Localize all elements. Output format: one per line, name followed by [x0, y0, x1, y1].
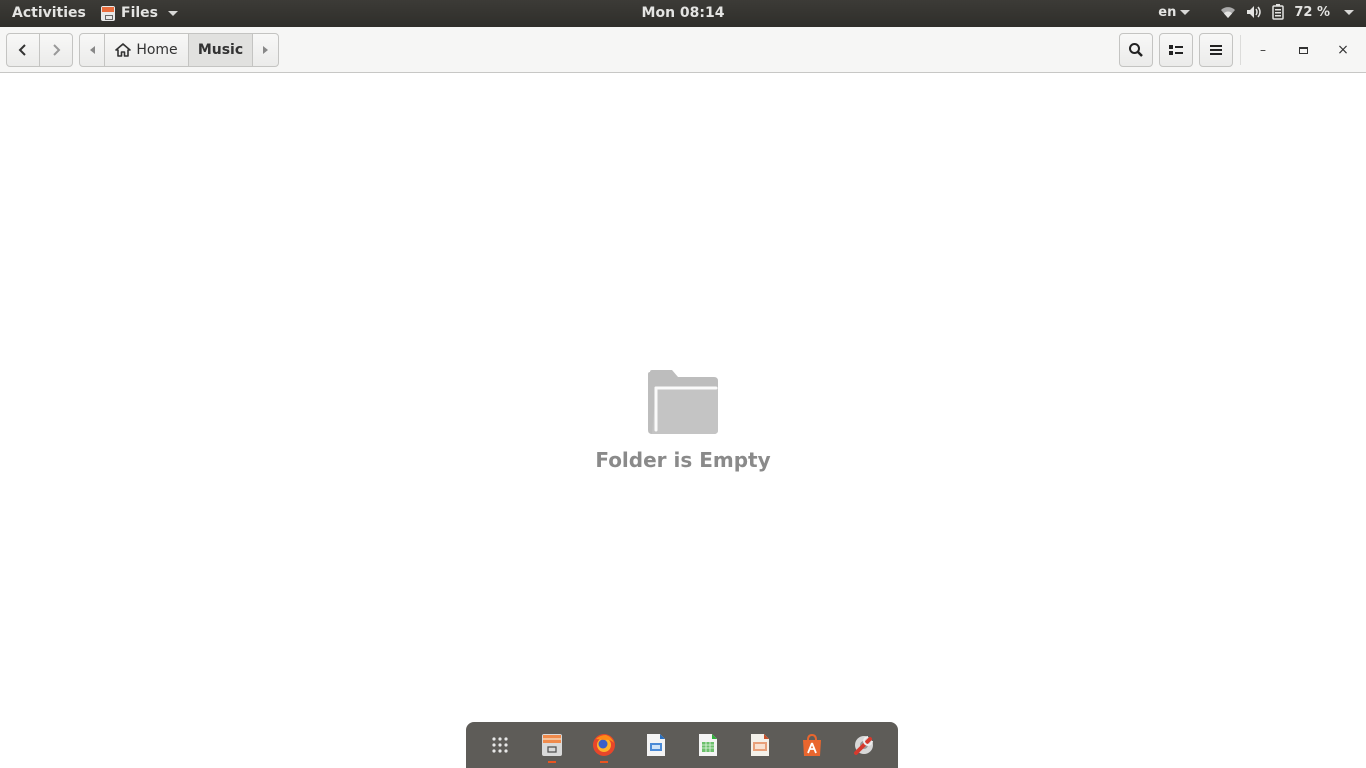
- files-app-icon: [101, 5, 115, 21]
- language-menu[interactable]: en: [1158, 4, 1191, 20]
- activities-button[interactable]: Activities: [12, 5, 86, 21]
- app-grid-icon: [492, 737, 508, 753]
- back-button[interactable]: [7, 34, 40, 66]
- path-scroll-right[interactable]: [253, 34, 278, 66]
- files-icon: [542, 734, 562, 756]
- search-button[interactable]: [1119, 33, 1153, 67]
- chevron-down-icon: [168, 10, 178, 16]
- clock[interactable]: Mon 08:14: [642, 5, 725, 21]
- chevron-right-icon: [53, 44, 61, 56]
- wifi-icon: [1221, 7, 1236, 18]
- triangle-left-icon: [89, 46, 95, 54]
- close-icon: ×: [1337, 42, 1349, 58]
- writer-icon: [647, 734, 665, 756]
- language-label: en: [1158, 4, 1177, 20]
- search-icon: [1129, 43, 1143, 57]
- view-toggle-button[interactable]: [1159, 33, 1193, 67]
- running-indicator: [600, 761, 608, 763]
- volume-icon: [1247, 6, 1262, 18]
- dock-item-firefox[interactable]: [584, 725, 624, 765]
- app-menu[interactable]: Files: [101, 5, 178, 21]
- dock-item-show-applications[interactable]: [480, 725, 520, 765]
- chevron-down-icon: [1180, 9, 1191, 15]
- triangle-right-icon: [263, 46, 268, 54]
- maximize-button[interactable]: [1286, 33, 1320, 67]
- app-menu-label: Files: [121, 5, 158, 21]
- minimize-icon: –: [1260, 43, 1266, 57]
- dock-item-libreoffice-impress[interactable]: [740, 725, 780, 765]
- path-item-label: Home: [136, 42, 178, 58]
- dock-item-system-settings[interactable]: [844, 725, 884, 765]
- battery-icon: [1272, 4, 1285, 20]
- top-bar: Activities Files Mon 08:14 en 72 %: [0, 0, 1366, 27]
- path-item-label: Music: [197, 42, 244, 58]
- chevron-down-icon: [1344, 9, 1354, 15]
- software-center-icon: [803, 733, 821, 756]
- view-list-icon: [1169, 45, 1183, 55]
- system-menu[interactable]: 72 %: [1220, 4, 1354, 20]
- menu-button[interactable]: [1199, 33, 1233, 67]
- path-bar: Home Music: [79, 33, 279, 67]
- separator: [1240, 35, 1241, 65]
- calc-icon: [699, 734, 717, 756]
- forward-button[interactable]: [40, 34, 73, 66]
- firefox-icon: [593, 734, 615, 756]
- dock-item-files[interactable]: [532, 725, 572, 765]
- settings-icon: [854, 736, 873, 755]
- dock: [466, 722, 898, 768]
- home-icon: [115, 43, 132, 57]
- navigation-buttons: [6, 33, 73, 67]
- path-item-home[interactable]: Home: [105, 34, 189, 66]
- maximize-icon: [1298, 46, 1308, 54]
- empty-state: Folder is Empty: [0, 368, 1366, 472]
- path-scroll-left[interactable]: [80, 34, 105, 66]
- dock-item-libreoffice-calc[interactable]: [688, 725, 728, 765]
- battery-percentage: 72 %: [1294, 4, 1330, 20]
- path-item-music[interactable]: Music: [189, 34, 253, 66]
- running-indicator: [548, 761, 556, 763]
- chevron-left-icon: [18, 44, 26, 56]
- folder-icon: [648, 370, 718, 434]
- close-button[interactable]: ×: [1326, 33, 1360, 67]
- minimize-button[interactable]: –: [1246, 33, 1280, 67]
- empty-message: Folder is Empty: [595, 448, 771, 472]
- dock-item-libreoffice-writer[interactable]: [636, 725, 676, 765]
- impress-icon: [751, 734, 769, 756]
- header-bar: Home Music – ×: [0, 27, 1366, 73]
- dock-item-ubuntu-software[interactable]: [792, 725, 832, 765]
- menu-icon: [1210, 45, 1222, 55]
